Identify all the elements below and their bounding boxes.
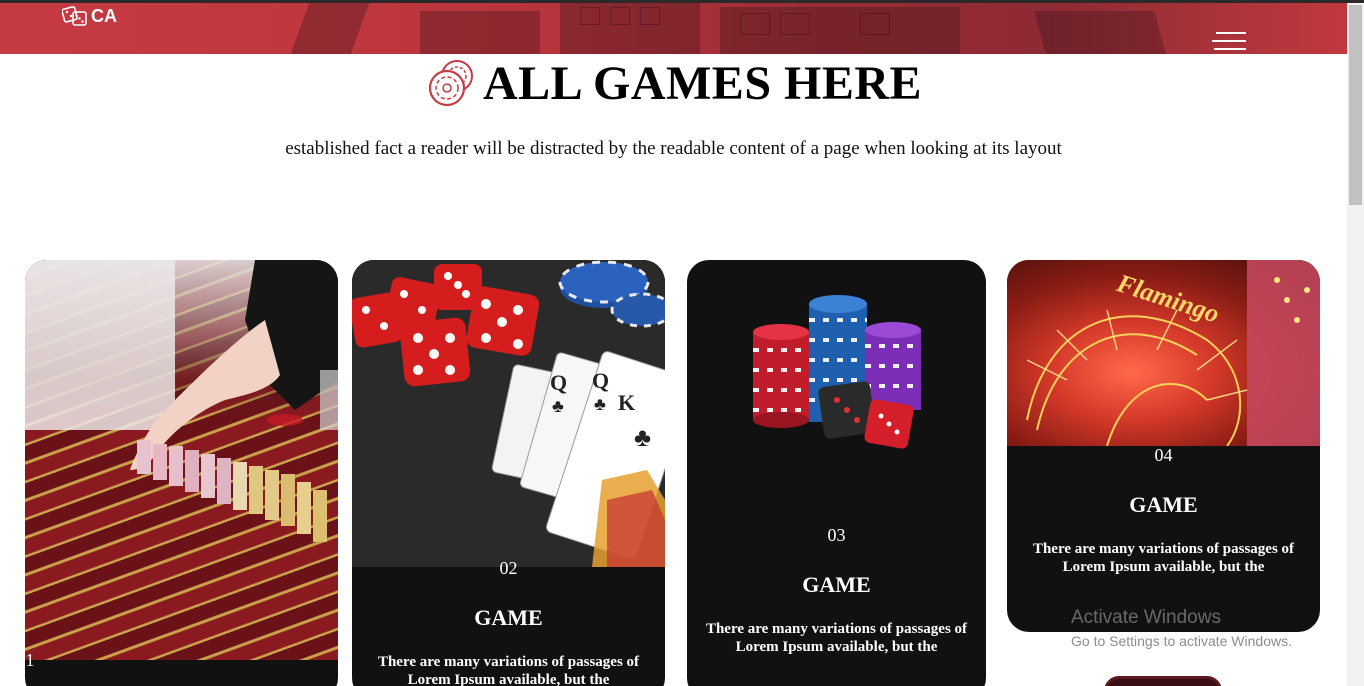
site-logo[interactable]: CA xyxy=(62,4,117,28)
dice-cards-scene-illustration: Q Q K ♣ ♣ ♣ xyxy=(352,260,665,567)
roulette-scene-illustration xyxy=(25,260,338,542)
card-title: GAME xyxy=(474,605,543,630)
hamburger-menu-icon xyxy=(1214,48,1246,50)
roulette-table-photo xyxy=(25,260,338,660)
card-number: 03 xyxy=(827,525,846,545)
game-card[interactable]: 01 xyxy=(25,260,338,686)
card-description: There are many variations of passages of… xyxy=(377,654,640,686)
header-background-building xyxy=(290,3,370,54)
card-number: 02 xyxy=(499,558,518,578)
dice-icon xyxy=(62,6,87,26)
scroll-up-button[interactable] xyxy=(1104,676,1222,686)
svg-text:Flamingo: Flamingo xyxy=(1113,268,1223,328)
neon-sign-graphic: Flamingo xyxy=(1026,260,1320,447)
page-title: ALL GAMES HERE xyxy=(482,57,923,110)
watermark-title: Activate Windows xyxy=(1071,607,1221,628)
card-description: There are many variations of passages of… xyxy=(1032,541,1295,575)
card-title: GAME xyxy=(1129,492,1198,517)
chips-stack-graphic xyxy=(753,295,921,449)
svg-text:♣: ♣ xyxy=(552,396,564,416)
site-header: CA xyxy=(0,3,1347,54)
section-heading: ALL GAMES HERE xyxy=(0,56,1347,111)
svg-text:♣: ♣ xyxy=(634,423,651,452)
casino-chips-icon xyxy=(428,59,473,106)
hamburger-menu-icon xyxy=(1216,32,1246,34)
svg-text:Q: Q xyxy=(550,370,567,395)
logo-text: CA xyxy=(91,5,117,26)
page-scrollbar[interactable] xyxy=(1347,3,1364,686)
header-background-building xyxy=(420,11,540,54)
card-description: There are many variations of passages of… xyxy=(705,621,968,655)
game-card[interactable]: Flamingo 04 GAME There are many variatio… xyxy=(1007,260,1320,632)
header-background-window xyxy=(740,13,770,35)
header-background-window xyxy=(640,7,660,25)
dice-and-cards-photo: Q Q K ♣ ♣ ♣ xyxy=(352,260,665,567)
game-card[interactable]: Q Q K ♣ ♣ ♣ 02 GAME There are many varia… xyxy=(352,260,665,686)
card-number: 01 xyxy=(25,650,35,670)
chips-and-dice-illustration xyxy=(687,260,986,490)
windows-activation-watermark: Activate Windows Go to Settings to activ… xyxy=(1071,607,1292,649)
page-subtitle: established fact a reader will be distra… xyxy=(285,138,1062,159)
game-card[interactable]: 03 GAME There are many variations of pas… xyxy=(687,260,986,686)
header-background-building xyxy=(1034,11,1166,54)
header-background-window xyxy=(780,13,810,35)
svg-text:K: K xyxy=(618,390,635,415)
scrollbar-thumb[interactable] xyxy=(1349,5,1362,205)
svg-text:Q: Q xyxy=(592,368,609,393)
watermark-subtitle: Go to Settings to activate Windows. xyxy=(1071,633,1292,649)
menu-button[interactable] xyxy=(1210,31,1246,53)
header-background-window xyxy=(610,7,630,25)
flamingo-neon-sign-photo: Flamingo xyxy=(1007,260,1320,447)
svg-text:♣: ♣ xyxy=(594,394,606,414)
card-title: GAME xyxy=(802,572,871,597)
header-background-window xyxy=(860,13,890,35)
header-background-window xyxy=(580,7,600,25)
hamburger-menu-icon xyxy=(1212,40,1246,42)
card-number: 04 xyxy=(1154,445,1173,465)
